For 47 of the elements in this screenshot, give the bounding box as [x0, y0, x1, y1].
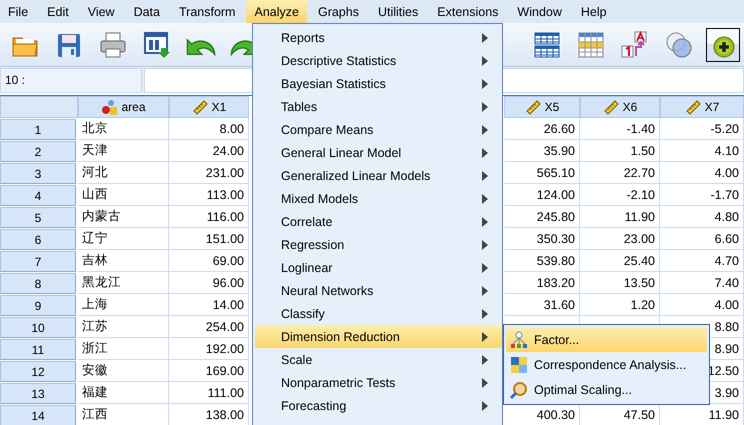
table-cell: 23.00	[580, 228, 660, 250]
table-cell: 35.90	[504, 140, 580, 162]
table-cell: 245.80	[504, 206, 580, 228]
column-name: X7	[704, 100, 720, 114]
table-cell: 11.90	[580, 206, 660, 228]
cell-reference: 10 :	[0, 68, 142, 93]
table-cell: 4.00	[660, 294, 744, 316]
table-cell: 江苏	[78, 316, 169, 338]
table-cell: 13.50	[580, 272, 660, 294]
table-cell: -1.70	[660, 184, 744, 206]
table-cell: 1.50	[580, 140, 660, 162]
table-cell: 江西	[78, 404, 169, 425]
table-cell: 浙江	[78, 338, 169, 360]
table-cell: 183.20	[504, 272, 580, 294]
table-cell: 7.40	[660, 272, 744, 294]
table-cell: 565.10	[504, 162, 580, 184]
table-cell: 4.70	[660, 250, 744, 272]
table-cell: -1.40	[580, 118, 660, 140]
table-cell: 山西	[78, 184, 169, 206]
table-cell: 上海	[78, 294, 169, 316]
table-cell: 天津	[78, 140, 169, 162]
table-cell: 河北	[78, 162, 169, 184]
table-cell: 4.00	[660, 162, 744, 184]
column-name: X5	[544, 100, 560, 114]
table-cell: 4.80	[660, 206, 744, 228]
table-cell: 6.60	[660, 228, 744, 250]
table-cell: 26.60	[504, 118, 580, 140]
table-cell: 吉林	[78, 250, 169, 272]
table-cell: 黑龙江	[78, 272, 169, 294]
table-cell: 1.20	[580, 294, 660, 316]
column-name: area	[121, 100, 146, 114]
table-cell: 124.00	[504, 184, 580, 206]
column-name: X6	[622, 100, 638, 114]
table-cell: 350.30	[504, 228, 580, 250]
table-cell: 福建	[78, 382, 169, 404]
table-cell: 内蒙古	[78, 206, 169, 228]
table-cell: 安徽	[78, 360, 169, 382]
table-cell: -5.20	[660, 118, 744, 140]
table-cell: 22.70	[580, 162, 660, 184]
table-cell: 4.10	[660, 140, 744, 162]
table-cell: -2.10	[580, 184, 660, 206]
table-cell: 539.80	[504, 250, 580, 272]
table-cell: 辽宁	[78, 228, 169, 250]
column-name: X1	[212, 100, 226, 114]
table-cell: 25.40	[580, 250, 660, 272]
table-cell: 北京	[78, 118, 169, 140]
table-cell: 31.60	[504, 294, 580, 316]
